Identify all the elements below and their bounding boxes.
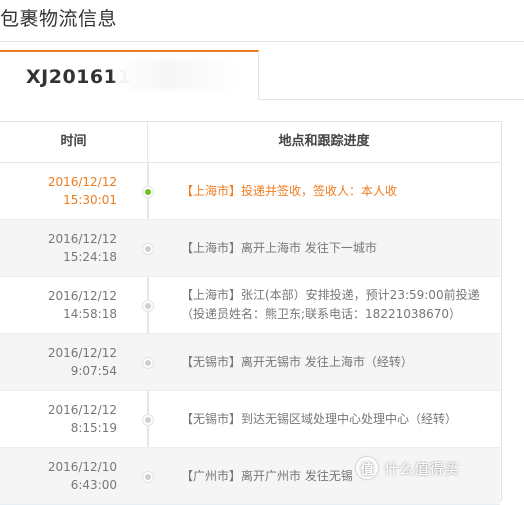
- timeline-dot-icon: [142, 300, 154, 312]
- row-description-line: 【无锡市】离开无锡市 发往上海市（经转）: [181, 354, 413, 369]
- row-date: 2016/12/12: [47, 346, 117, 360]
- row-timestamp: 2016/12/12 9:07:54: [0, 334, 117, 390]
- table-row: 2016/12/12 14:58:18 【上海市】张江(本部）安排投递，预计23:5…: [0, 277, 500, 334]
- row-date: 2016/12/10: [47, 460, 117, 474]
- row-description-line: （投递员姓名：熊卫东;联系电话：18221038670）: [181, 307, 462, 321]
- row-description: 【上海市】张江(本部）安排投递，预计23:59:00前投递 （投递员姓名：熊卫东;…: [181, 277, 496, 333]
- row-description: 【上海市】离开上海市 发往下一城市: [181, 220, 496, 276]
- title-divider: [0, 41, 524, 42]
- row-timestamp: 2016/12/12 15:30:01: [0, 163, 117, 219]
- row-date: 2016/12/12: [47, 289, 117, 303]
- watermark-text: 什么值得买: [384, 459, 460, 478]
- timeline-dot-current-icon: [142, 186, 154, 198]
- row-date: 2016/12/12: [47, 403, 117, 417]
- row-timestamp: 2016/12/12 15:24:18: [0, 220, 117, 276]
- row-timestamp: 2016/12/10 6:43:00: [0, 448, 117, 504]
- row-time: 14:58:18: [63, 307, 117, 321]
- row-description-line: 【上海市】投递并签收，签收人：本人收: [181, 183, 398, 198]
- row-timestamp: 2016/12/12 14:58:18: [0, 277, 117, 333]
- row-time: 15:30:01: [63, 193, 117, 207]
- row-time: 15:24:18: [63, 250, 117, 264]
- row-date: 2016/12/12: [47, 175, 117, 189]
- timeline-dot-icon: [142, 243, 154, 255]
- row-time: 9:07:54: [70, 364, 117, 378]
- table-header: 时间 地点和跟踪进度: [0, 122, 500, 163]
- table-row: 2016/12/12 15:30:01 【上海市】投递并签收，签收人：本人收: [0, 163, 500, 220]
- row-description: 【无锡市】离开无锡市 发往上海市（经转）: [181, 334, 496, 390]
- row-timestamp: 2016/12/12 8:15:19: [0, 391, 117, 447]
- timeline-dot-icon: [142, 471, 154, 483]
- row-description: 【无锡市】到达无锡区域处理中心处理中心（经转）: [181, 391, 496, 447]
- page-title: 包裹物流信息: [0, 8, 118, 30]
- watermark-logo-icon: 值: [356, 457, 378, 479]
- redacted-tracking-number: [116, 60, 240, 90]
- table-row: 2016/12/12 15:24:18 【上海市】离开上海市 发往下一城市: [0, 220, 500, 277]
- row-description-line: 【上海市】离开上海市 发往下一城市: [181, 240, 377, 255]
- header-time: 时间: [60, 134, 87, 149]
- table-row: 2016/12/12 9:07:54 【无锡市】离开无锡市 发往上海市（经转）: [0, 334, 500, 391]
- row-description: 【上海市】投递并签收，签收人：本人收: [181, 163, 496, 219]
- row-description-line: 【上海市】张江(本部）安排投递，预计23:59:00前投递: [181, 288, 480, 302]
- row-date: 2016/12/12: [47, 232, 117, 246]
- timeline-dot-icon: [142, 357, 154, 369]
- watermark: 值 什么值得买: [356, 455, 459, 481]
- tracking-table: 时间 地点和跟踪进度 2016/12/12 15:30:01 【上海市】投递并签收，…: [0, 121, 502, 505]
- row-time: 6:43:00: [70, 478, 117, 492]
- table-row: 2016/12/12 8:15:19 【无锡市】到达无锡区域处理中心处理中心（经转）: [0, 391, 500, 448]
- timeline-dot-icon: [142, 414, 154, 426]
- header-location: 地点和跟踪进度: [278, 134, 370, 149]
- row-time: 8:15:19: [70, 421, 117, 435]
- row-description-line: 【无锡市】到达无锡区域处理中心处理中心（经转）: [181, 411, 458, 426]
